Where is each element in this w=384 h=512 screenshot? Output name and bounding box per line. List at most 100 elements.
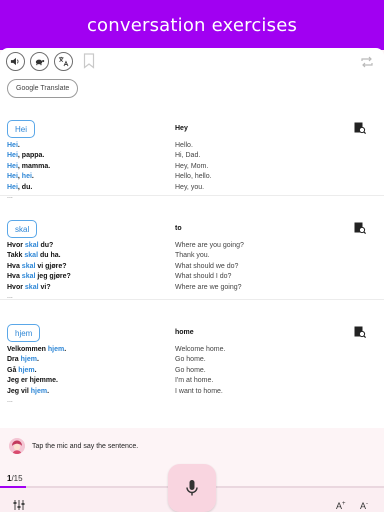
highlighted-word: hjem xyxy=(47,346,65,353)
exercise-card: Google Translate Hei Hey Hei. Hei, pappa.… xyxy=(0,48,384,428)
highlighted-word: Hei xyxy=(7,173,18,181)
example-translation: Hello, hello. xyxy=(175,173,212,181)
turtle-icon xyxy=(35,59,45,66)
font-size-increase-button[interactable]: A+ xyxy=(336,501,346,511)
sentence-text: vi gjøre? xyxy=(35,262,67,270)
progress-counter: 1/15 xyxy=(7,474,23,483)
sentence-text: du? xyxy=(38,242,54,249)
speaker-icon xyxy=(10,57,19,66)
sentence-text: vi? xyxy=(38,283,51,291)
sentence-text: Hva xyxy=(7,262,22,270)
sentence-text: Dra xyxy=(7,356,21,364)
example-translation: What should I do? xyxy=(175,273,232,281)
sentence-text: Jeg er hjemme. xyxy=(7,377,58,385)
example-translation: I want to home. xyxy=(175,387,223,395)
example-sentence[interactable]: Hei, pappa. xyxy=(7,151,167,161)
example-list: Hvor skal du? Takk skal du ha. Hva skal vi… xyxy=(7,241,167,301)
highlighted-word: hei xyxy=(21,173,32,181)
settings-sliders-icon[interactable] xyxy=(12,499,26,511)
bookmark-icon[interactable] xyxy=(83,53,95,69)
sentence-text: Hva xyxy=(7,273,22,281)
sentence-text: . xyxy=(36,356,39,364)
example-translation: Go home. xyxy=(175,356,206,364)
example-translation: Go home. xyxy=(175,366,206,374)
sentence-text: . xyxy=(34,366,37,374)
highlighted-word: skal xyxy=(21,273,36,281)
example-translation: Hey, Mom. xyxy=(175,162,209,170)
mic-icon xyxy=(186,480,198,496)
avatar xyxy=(9,438,25,454)
font-up-sign: + xyxy=(342,501,346,507)
example-sentence[interactable]: Velkommen hjem. xyxy=(7,345,167,355)
progress-total: /15 xyxy=(11,474,23,483)
sentence-text: , du. xyxy=(17,183,33,191)
translate-button[interactable] xyxy=(54,52,73,71)
google-translate-button[interactable]: Google Translate xyxy=(7,79,79,98)
highlighted-word: skal xyxy=(24,283,39,291)
sentence-text: jeg gjøre? xyxy=(35,273,71,281)
word-translation: Hey xyxy=(175,125,188,132)
example-sentence[interactable]: Jeg vil hjem. xyxy=(7,387,167,397)
highlighted-word: skal xyxy=(24,252,39,260)
sentence-text: Hvor xyxy=(7,242,25,249)
highlighted-word: Hei xyxy=(7,183,18,191)
sentence-text: Gå xyxy=(7,366,19,374)
example-sentence[interactable]: Hvor skal vi? xyxy=(7,283,167,293)
sentence-text: . xyxy=(17,142,20,149)
word-chip[interactable]: skal xyxy=(7,220,38,238)
example-sentence[interactable]: Takk skal du ha. xyxy=(7,251,167,261)
page-title: conversation exercises xyxy=(86,14,298,36)
dictionary-search-icon[interactable] xyxy=(354,122,366,134)
more-examples[interactable]: ... xyxy=(7,397,167,405)
slow-speed-button[interactable] xyxy=(30,52,49,71)
example-translation: Thank you. xyxy=(175,252,210,260)
example-sentence[interactable]: Hva skal jeg gjøre? xyxy=(7,272,167,282)
highlighted-word: hjem xyxy=(20,356,37,364)
toolbar xyxy=(6,52,73,71)
sentence-text: du ha. xyxy=(38,252,61,260)
example-translation: Welcome home. xyxy=(175,346,226,353)
example-translation: Hey, you. xyxy=(175,183,205,191)
word-translation: home xyxy=(175,329,194,336)
prompt-text: Tap the mic and say the sentence. xyxy=(32,443,139,450)
word-section-1: Hei Hey Hei. Hei, pappa. Hei, mamma. Hei, h… xyxy=(0,110,384,214)
highlighted-word: hjem xyxy=(30,387,48,395)
speaker-button[interactable] xyxy=(6,52,25,71)
example-sentence[interactable]: Dra hjem. xyxy=(7,355,167,365)
example-sentence[interactable]: Hei, mamma. xyxy=(7,162,167,172)
example-list: Hei. Hei, pappa. Hei, mamma. Hei, hei. Hei, … xyxy=(7,141,167,201)
example-translation: Where are you going? xyxy=(175,242,244,249)
translate-icon xyxy=(58,56,69,67)
example-translation: I'm at home. xyxy=(175,377,214,385)
example-sentence[interactable]: Hvor skal du? xyxy=(7,241,167,251)
example-sentence[interactable]: Jeg er hjemme. xyxy=(7,376,167,386)
highlighted-word: skal xyxy=(24,242,39,249)
example-sentence[interactable]: Hei, du. xyxy=(7,183,167,193)
highlighted-word: Hei xyxy=(7,162,18,170)
word-chip[interactable]: Hei xyxy=(7,120,36,138)
word-translation: to xyxy=(175,225,182,232)
word-chip[interactable]: hjem xyxy=(7,324,41,342)
sentence-text: Takk xyxy=(7,252,25,260)
highlighted-word: hjem xyxy=(18,366,35,374)
example-sentence[interactable]: Hei. xyxy=(7,141,167,151)
sentence-text: Hvor xyxy=(7,283,25,291)
example-translation: Where are we going? xyxy=(175,283,242,291)
sentence-text: , mamma. xyxy=(17,162,51,170)
example-translation: What should we do? xyxy=(175,262,239,270)
font-size-decrease-button[interactable]: A- xyxy=(360,501,368,511)
example-translation-list: Where are you going? Thank you. What shoul… xyxy=(175,241,355,293)
app-bar: conversation exercises xyxy=(0,0,384,50)
repeat-icon[interactable] xyxy=(360,55,374,69)
sentence-text: . xyxy=(47,387,50,395)
example-sentence[interactable]: Hei, hei. xyxy=(7,172,167,182)
sentence-text: Jeg vil xyxy=(7,387,31,395)
dictionary-search-icon[interactable] xyxy=(354,326,366,338)
sentence-text: , pappa. xyxy=(17,152,45,160)
example-sentence[interactable]: Gå hjem. xyxy=(7,366,167,376)
divider xyxy=(0,195,384,196)
example-sentence[interactable]: Hva skal vi gjøre? xyxy=(7,262,167,272)
example-list: Velkommen hjem. Dra hjem. Gå hjem. Jeg er h… xyxy=(7,345,167,405)
mic-button[interactable] xyxy=(168,464,216,512)
dictionary-search-icon[interactable] xyxy=(354,222,366,234)
